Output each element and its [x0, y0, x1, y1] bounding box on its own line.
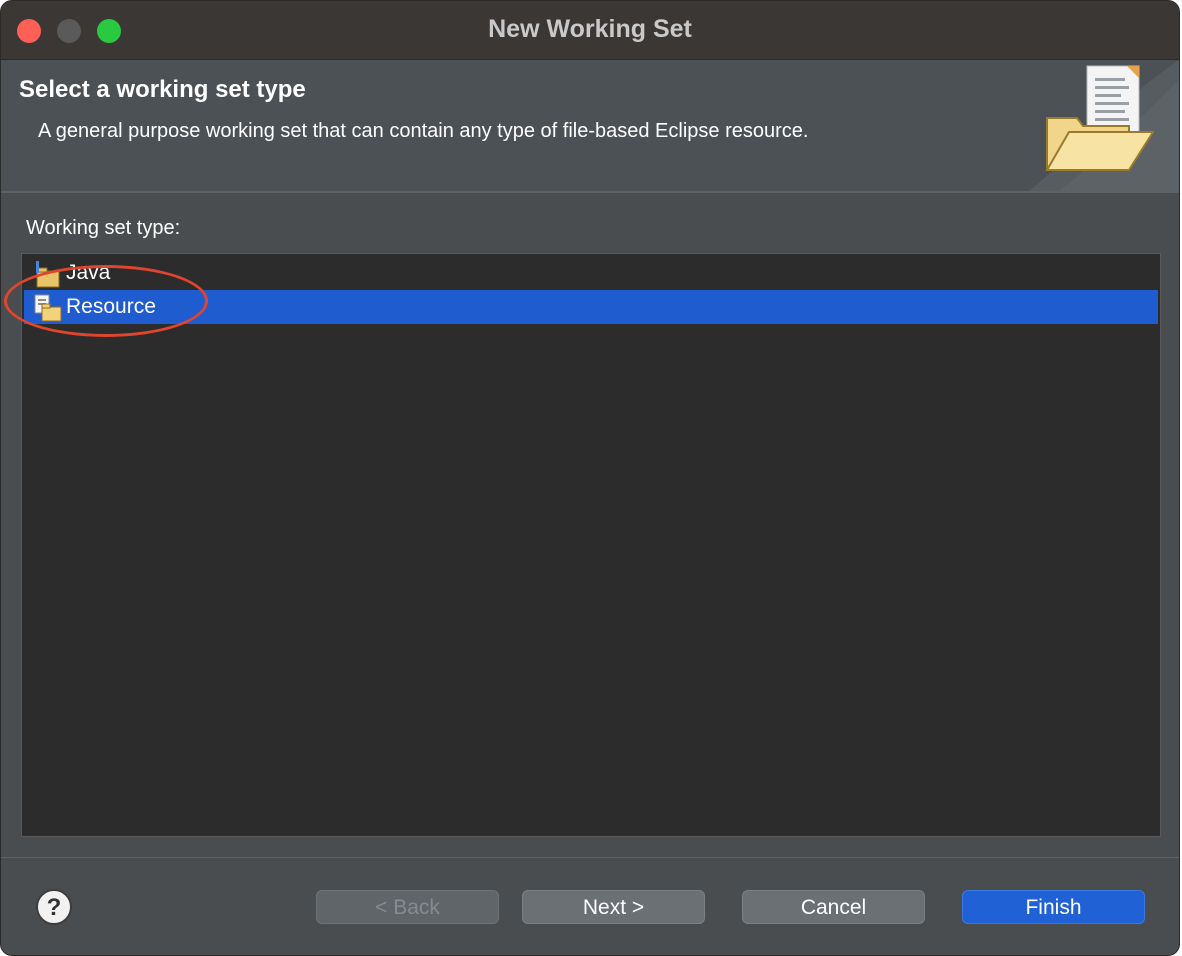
working-set-wizard-icon: [1029, 60, 1179, 191]
working-set-type-label: Working set type:: [26, 217, 181, 239]
next-button[interactable]: Next >: [522, 890, 705, 924]
list-item-resource[interactable]: Resource: [24, 290, 1158, 324]
list-item-label: Resource: [66, 295, 156, 318]
wizard-description: A general purpose working set that can c…: [38, 120, 809, 142]
list-item-java[interactable]: Java: [24, 256, 1158, 290]
svg-text:?: ?: [47, 894, 62, 921]
java-folder-icon: [36, 261, 60, 288]
list-item-label: Java: [66, 261, 111, 284]
title-bar: New Working Set: [1, 1, 1179, 60]
help-icon[interactable]: ?: [35, 888, 73, 926]
footer-divider: [1, 857, 1179, 858]
working-set-type-list[interactable]: Java Resource: [21, 253, 1161, 837]
wizard-header: Select a working set type A general purp…: [1, 60, 1179, 193]
resource-folder-icon: [34, 294, 62, 322]
cancel-button[interactable]: Cancel: [742, 890, 925, 924]
wizard-title: Select a working set type: [19, 76, 306, 103]
dialog-window: New Working Set Select a working set typ…: [0, 0, 1180, 956]
finish-button[interactable]: Finish: [962, 890, 1145, 924]
back-button[interactable]: < Back: [316, 890, 499, 924]
window-title: New Working Set: [488, 15, 692, 43]
